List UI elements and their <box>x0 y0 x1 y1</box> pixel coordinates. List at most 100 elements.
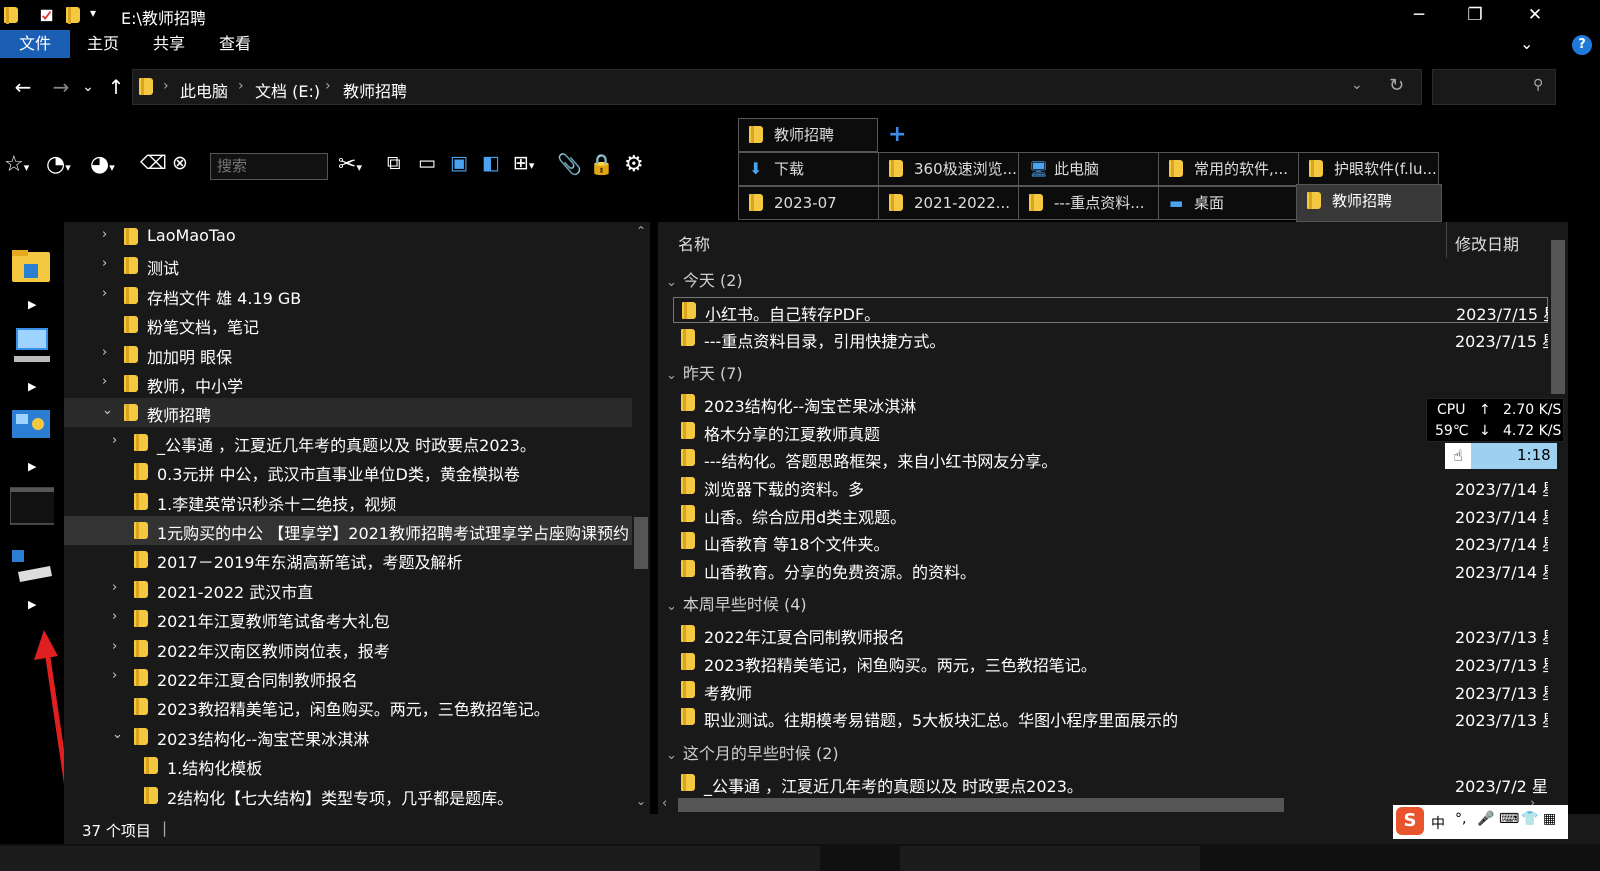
toolbox-icon[interactable]: ▦ <box>1543 811 1556 827</box>
chevron-down-icon[interactable]: ⌄ <box>112 727 126 742</box>
expand-arrow-icon[interactable]: ▶ <box>28 460 36 473</box>
group-header[interactable]: ⌄ 本周早些时候 (4) <box>666 591 807 615</box>
chevron-down-icon[interactable]: ⌄ <box>666 368 677 383</box>
list-scroll-thumb[interactable] <box>1551 240 1565 394</box>
copy-window-icon[interactable]: ⧉ <box>387 152 401 174</box>
tree-item[interactable]: ⌄ 2023结构化--淘宝芒果冰淇淋 <box>64 722 632 751</box>
recent-files-icon[interactable]: ◕▾ <box>90 152 115 177</box>
tab-key-materials[interactable]: ---重点资料... <box>1018 186 1159 220</box>
chevron-right-icon[interactable]: › <box>102 256 116 271</box>
timer-widget[interactable]: ☝ 1:18 <box>1445 443 1557 469</box>
tab-view[interactable]: 查看 <box>212 30 258 58</box>
tree-item[interactable]: 粉笔文档，笔记 <box>64 310 632 339</box>
chevron-right-icon[interactable]: › <box>102 345 116 360</box>
minimize-button[interactable]: ─ <box>1396 0 1442 30</box>
windows-icon[interactable]: ⊞▾ <box>513 152 534 174</box>
column-header-date[interactable]: 修改日期 <box>1455 231 1519 255</box>
history-icon[interactable]: ◔▾ <box>46 152 71 177</box>
list-item[interactable]: 2023结构化--淘宝芒果冰淇淋 <box>673 390 1548 416</box>
tab-file[interactable]: 文件 <box>0 30 70 58</box>
tree-item[interactable]: 0.3元拼 中公，武汉市直事业单位D类，黄金模拟卷 <box>64 457 632 486</box>
list-item[interactable]: 职业测试。往期模考易错题，5大板块汇总。华图小程序里面展示的 2023/7/13 … <box>673 704 1548 730</box>
list-item[interactable]: 2022年江夏合同制教师报名 2023/7/13 星 <box>673 621 1548 647</box>
drive-icon[interactable] <box>10 548 54 588</box>
column-separator[interactable] <box>1446 222 1447 258</box>
tab-jiaoshi-zhaopin[interactable]: 教师招聘 <box>738 118 878 152</box>
forward-icon[interactable]: → <box>46 72 76 102</box>
maximize-button[interactable]: ❐ <box>1452 0 1498 30</box>
tree-item[interactable]: 2结构化【七大结构】类型专项，几乎都是题库。 <box>64 781 632 810</box>
scroll-left-icon[interactable]: ‹ <box>662 796 667 811</box>
taskbar-item[interactable] <box>0 846 820 871</box>
taskbar-item[interactable] <box>900 846 1200 871</box>
list-item[interactable]: 浏览器下载的资料。多 2023/7/14 星 <box>673 473 1548 499</box>
list-item[interactable]: 山香教育。分享的免费资源。的资料。 2023/7/14 星 <box>673 556 1548 582</box>
keyboard-icon[interactable]: ⌨ <box>1499 811 1519 827</box>
expand-arrow-icon[interactable]: ▶ <box>28 598 36 611</box>
chevron-right-icon[interactable]: › <box>325 78 331 94</box>
tab-downloads[interactable]: ⬇ 下载 <box>738 152 879 186</box>
list-item[interactable]: 考教师 2023/7/13 星 <box>673 677 1548 703</box>
chevron-down-icon[interactable]: ⌄ <box>1351 77 1363 93</box>
tree-item[interactable]: › 2021-2022 武汉市直 <box>64 575 632 604</box>
tree-scrollbar[interactable]: ⌃ ⌄ <box>632 222 650 814</box>
expand-arrow-icon[interactable]: ▶ <box>28 298 36 311</box>
column-header-name[interactable]: 名称 <box>678 231 710 255</box>
window-icon[interactable]: ▭ <box>418 152 436 174</box>
lock-icon[interactable]: 🔒 <box>589 152 614 176</box>
chevron-right-icon[interactable]: › <box>112 639 126 654</box>
list-item[interactable]: 格木分享的江夏教师真题 <box>673 418 1548 444</box>
gear-icon[interactable]: ⚙ <box>624 152 644 177</box>
group-header[interactable]: ⌄ 今天 (2) <box>666 267 743 291</box>
tab-360-browser[interactable]: 360极速浏览... <box>878 152 1019 186</box>
list-item[interactable]: ---结构化。答题思路框架，来自小红书网友分享。 <box>673 445 1548 471</box>
tab-common-software[interactable]: 常用的软件,... <box>1158 152 1299 186</box>
pane-icon[interactable]: ▣ <box>450 152 468 174</box>
tab-home[interactable]: 主页 <box>80 30 126 58</box>
tree-item[interactable]: ⌄ 教师招聘 <box>64 398 632 428</box>
sogou-logo-icon[interactable]: S <box>1396 807 1424 835</box>
search-icon[interactable]: ⚲ <box>1533 77 1543 93</box>
chevron-right-icon[interactable]: › <box>102 227 116 242</box>
chevron-down-icon[interactable]: ⌄ <box>666 275 677 290</box>
tree-item[interactable]: › 教师，中小学 <box>64 369 632 398</box>
tree-item[interactable]: › 存档文件 雄 4.19 GB <box>64 281 632 310</box>
tree-item[interactable]: › 测试 <box>64 251 632 280</box>
tree-scroll-thumb[interactable] <box>634 517 648 569</box>
breadcrumb-drive-e[interactable]: 文档 (E:) <box>255 78 320 102</box>
breadcrumb-this-pc[interactable]: 此电脑 <box>180 78 228 102</box>
recent-locations-icon[interactable]: ⌄ <box>76 72 100 102</box>
split-pane-icon[interactable]: ◧ <box>482 152 500 174</box>
new-folder-icon[interactable] <box>66 7 80 24</box>
address-bar[interactable]: › 此电脑 › 文档 (E:) › 教师招聘 ⌄ ↻ <box>132 69 1422 105</box>
tab-2021-2022[interactable]: 2021-2022... <box>878 186 1019 220</box>
chevron-right-icon[interactable]: › <box>112 609 126 624</box>
scroll-up-icon[interactable]: ⌃ <box>636 224 646 238</box>
back-icon[interactable]: ← <box>8 72 38 102</box>
tab-jiaoshi-zhaopin-active[interactable]: 教师招聘 <box>1296 184 1442 222</box>
microphone-icon[interactable]: 🎤 <box>1477 811 1494 827</box>
tree-item[interactable]: › 2022年汉南区教师岗位表，报考 <box>64 634 632 663</box>
chevron-down-icon[interactable]: ⌄ <box>666 748 677 763</box>
this-pc-icon[interactable] <box>10 326 54 366</box>
group-header[interactable]: ⌄ 昨天 (7) <box>666 360 743 384</box>
close-tab-icon[interactable]: ⊗ <box>172 152 188 174</box>
scroll-down-icon[interactable]: ⌄ <box>636 794 646 808</box>
tab-desktop[interactable]: ▬ 桌面 <box>1158 186 1299 220</box>
list-scrollbar[interactable] <box>1548 222 1568 814</box>
help-icon[interactable]: ? <box>1572 35 1592 55</box>
refresh-icon[interactable]: ↻ <box>1389 75 1404 96</box>
list-item[interactable]: 山香教育 等18个文件夹。 2023/7/14 星 <box>673 528 1548 554</box>
up-icon[interactable]: ↑ <box>101 72 131 102</box>
customize-qa-icon[interactable]: ▾ <box>90 6 96 20</box>
group-header[interactable]: ⌄ 这个月的早些时候 (2) <box>666 740 839 764</box>
tree-item[interactable]: › 2021年江夏教师笔试备考大礼包 <box>64 604 632 633</box>
toolbar-search-input[interactable] <box>210 153 328 180</box>
scissors-icon[interactable]: ✂▾ <box>338 152 362 177</box>
tree-item[interactable]: 2023教招精美笔记，闲鱼购买。两元，三色教招笔记。 <box>64 692 632 721</box>
skin-icon[interactable]: 👕 <box>1521 811 1538 827</box>
list-item[interactable]: _公事通 ，江夏近几年考的真题以及 时政要点2023。 2023/7/2 星其 <box>673 770 1548 796</box>
search-input[interactable]: ⚲ <box>1432 69 1556 105</box>
tree-item[interactable]: 1.结构化模板 <box>64 751 632 780</box>
tree-item[interactable]: › 加加明 眼保 <box>64 340 632 369</box>
